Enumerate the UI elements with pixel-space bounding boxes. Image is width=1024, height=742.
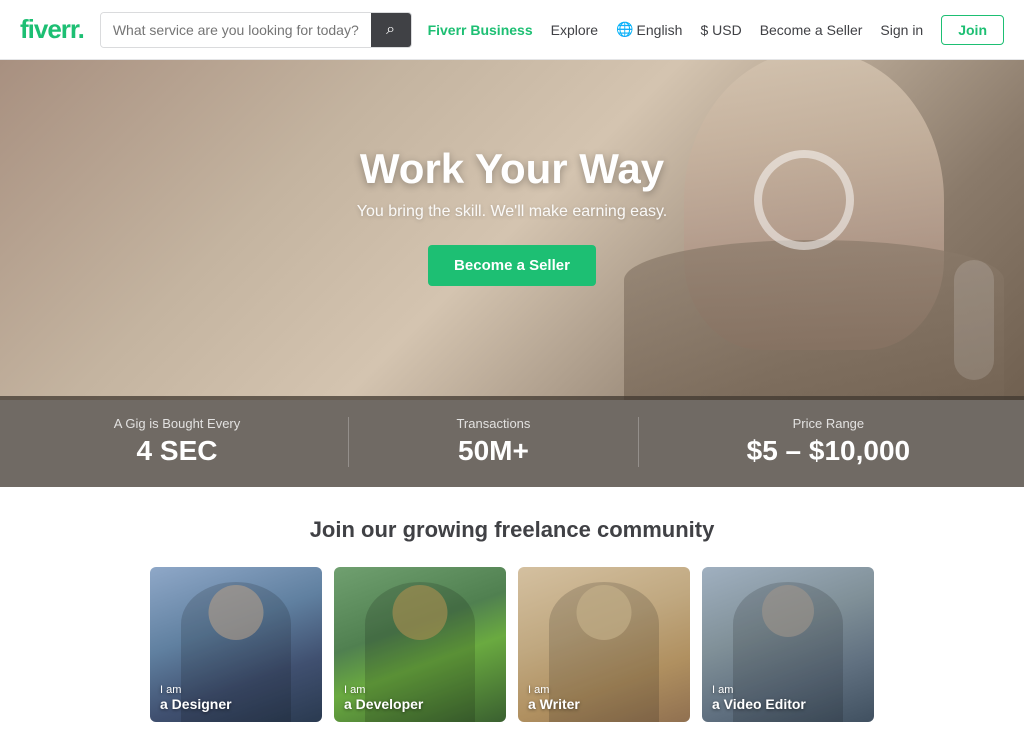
stats-bar: A Gig is Bought Every 4 SEC Transactions… [0,396,1024,487]
join-button[interactable]: Join [941,15,1004,45]
community-card-0[interactable]: I am a Designer [150,567,322,722]
card-iam-designer: I am [160,684,232,696]
stat-value-0: 4 SEC [114,435,240,467]
logo[interactable]: fiverr. [20,14,84,45]
stat-value-2: $5 – $10,000 [747,435,911,467]
community-cards: I am a Designer I am a Developer I am a … [20,567,1004,722]
hero-subtitle: You bring the skill. We'll make earning … [357,203,667,221]
stat-label-2: Price Range [747,416,911,431]
card-role-writer: a Writer [528,696,580,712]
community-card-1[interactable]: I am a Developer [334,567,506,722]
nav-currency[interactable]: $ USD [700,22,741,38]
hero-section: Work Your Way You bring the skill. We'll… [0,60,1024,400]
nav-become-seller[interactable]: Become a Seller [760,22,863,38]
card-iam-developer: I am [344,684,423,696]
community-card-2[interactable]: I am a Writer [518,567,690,722]
person-head-video-editor [762,585,814,637]
logo-text: fiverr [20,14,78,44]
community-title: Join our growing freelance community [20,517,1004,543]
header: fiverr. ⌕ Fiverr Business Explore 🌐 Engl… [0,0,1024,60]
stat-item-0: A Gig is Bought Every 4 SEC [114,416,240,467]
search-button[interactable]: ⌕ [371,13,411,47]
card-role-video-editor: a Video Editor [712,696,806,712]
logo-dot: . [78,14,84,44]
community-section: Join our growing freelance community I a… [0,487,1024,742]
language-label: English [637,22,683,38]
card-role-developer: a Developer [344,696,423,712]
nav-language[interactable]: 🌐 English [616,21,682,38]
community-card-3[interactable]: I am a Video Editor [702,567,874,722]
hero-overlay: Work Your Way You bring the skill. We'll… [0,60,1024,400]
stat-label-1: Transactions [456,416,530,431]
card-label-designer: I am a Designer [160,684,232,712]
nav-signin[interactable]: Sign in [880,22,923,38]
stat-item-1: Transactions 50M+ [456,416,530,467]
person-head-developer [393,585,448,640]
person-head-writer [577,585,632,640]
hero-cta-button[interactable]: Become a Seller [428,245,596,286]
stat-item-2: Price Range $5 – $10,000 [747,416,911,467]
stat-label-0: A Gig is Bought Every [114,416,240,431]
stat-divider-1 [348,417,349,467]
person-head-designer [209,585,264,640]
globe-icon: 🌐 [616,21,633,38]
hero-title: Work Your Way [360,145,664,193]
stat-divider-2 [638,417,639,467]
card-label-video-editor: I am a Video Editor [712,684,806,712]
nav-fiverr-business[interactable]: Fiverr Business [428,22,533,38]
search-bar: ⌕ [100,12,412,48]
card-label-developer: I am a Developer [344,684,423,712]
card-role-designer: a Designer [160,696,232,712]
nav-links: Fiverr Business Explore 🌐 English $ USD … [428,15,1004,45]
search-icon: ⌕ [386,21,395,39]
stat-value-1: 50M+ [456,435,530,467]
card-iam-writer: I am [528,684,580,696]
nav-explore[interactable]: Explore [551,22,598,38]
search-input[interactable] [101,13,371,47]
card-iam-video-editor: I am [712,684,806,696]
card-label-writer: I am a Writer [528,684,580,712]
